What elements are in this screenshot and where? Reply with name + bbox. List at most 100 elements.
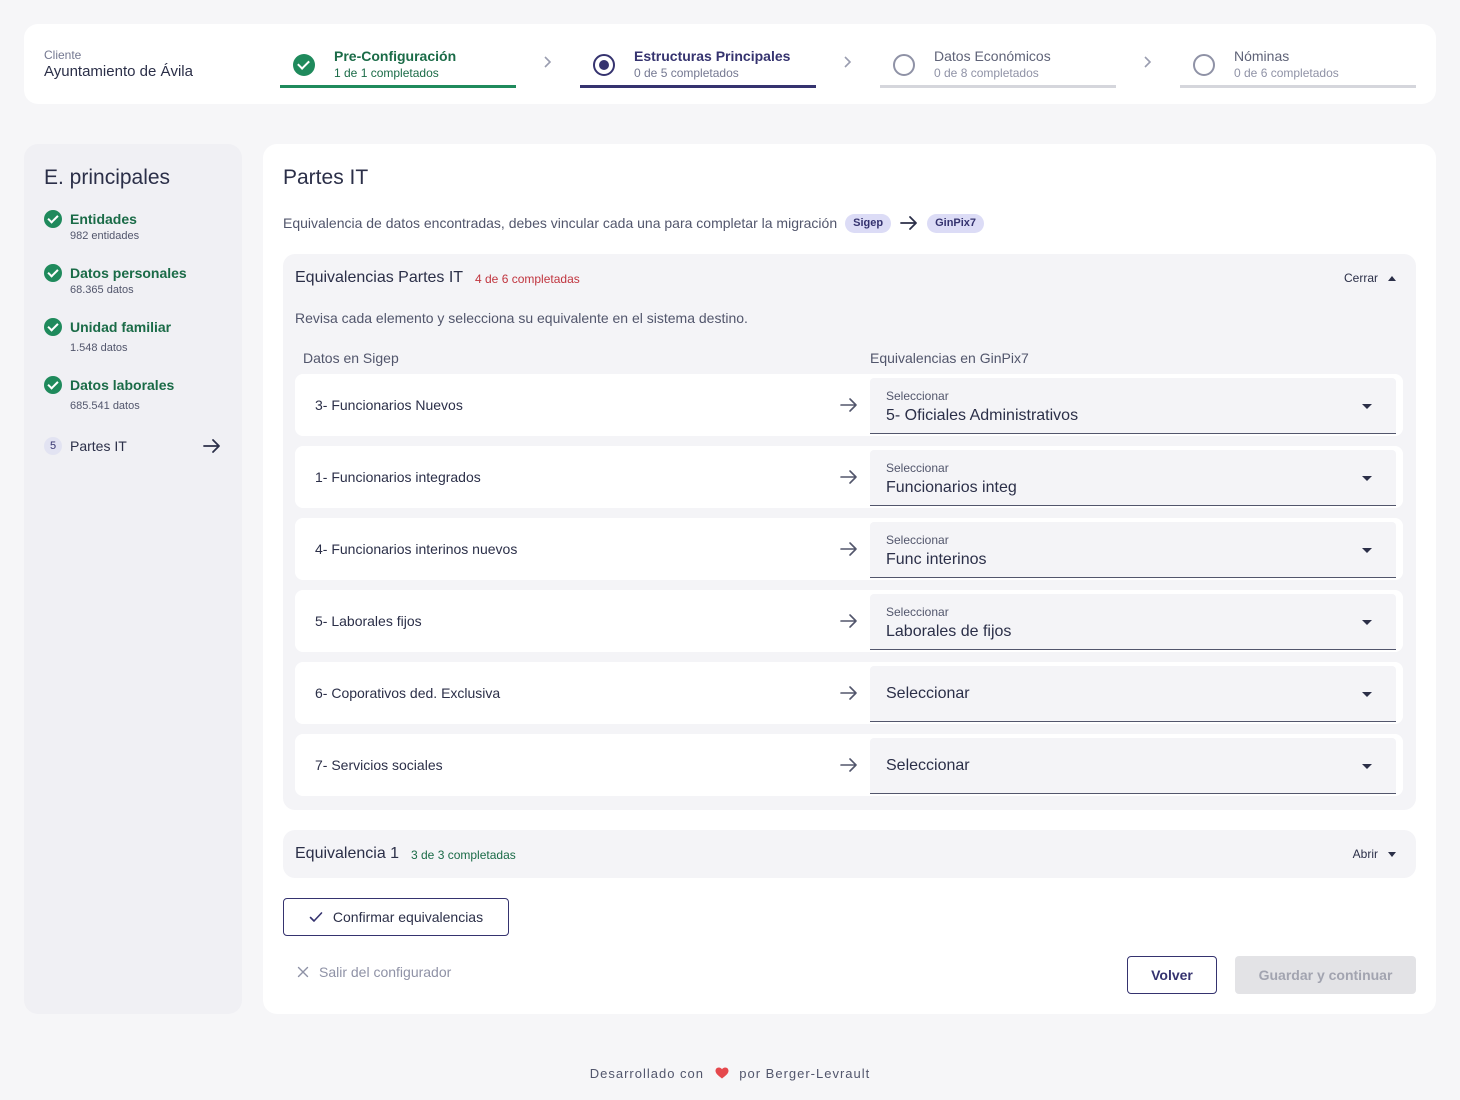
footer-suffix: por Berger-Levrault — [739, 1066, 871, 1081]
equivalencia-1-panel: Equivalencia 1 3 de 3 completadas Abrir — [283, 830, 1416, 878]
footer: Desarrollado con por Berger-Levrault — [0, 1066, 1460, 1081]
target-select[interactable]: Seleccionar — [870, 666, 1396, 722]
equivalence-row: 7- Servicios sociales Seleccionar — [295, 734, 1403, 796]
step-progress-bar — [280, 85, 516, 88]
step-subtitle: 0 de 8 completados — [934, 66, 1039, 80]
panel-hint: Revisa cada elemento y selecciona su equ… — [295, 310, 748, 326]
page-title: Partes IT — [283, 166, 369, 189]
radio-active-icon — [593, 54, 615, 76]
equivalencias-panel: Equivalencias Partes IT 4 de 6 completad… — [283, 254, 1416, 810]
arrow-right-icon — [840, 398, 857, 412]
arrow-right-icon — [900, 216, 917, 230]
caret-down-icon — [1362, 620, 1372, 625]
equivalence-row: 1- Funcionarios integrados Seleccionar F… — [295, 446, 1403, 508]
column-header-source: Datos en Sigep — [303, 350, 399, 366]
select-value: Laborales de fijos — [886, 623, 1012, 640]
save-continue-button[interactable]: Guardar y continuar — [1235, 956, 1416, 994]
step-datos-economicos[interactable]: Datos Económicos 0 de 8 completados — [880, 24, 1116, 88]
arrow-right-icon — [840, 542, 857, 556]
expand-toggle[interactable]: Abrir — [1353, 846, 1396, 862]
expand-label: Abrir — [1352, 847, 1378, 861]
equivalence-row: 3- Funcionarios Nuevos Seleccionar 5- Of… — [295, 374, 1403, 436]
arrow-right-icon — [840, 686, 857, 700]
sidebar-item-partes-it[interactable]: 5 Partes IT — [44, 437, 224, 457]
sidebar-item-label: Unidad familiar — [70, 319, 172, 335]
select-label: Seleccionar — [886, 605, 949, 619]
source-item: 5- Laborales fijos — [315, 613, 422, 629]
check-circle-icon — [44, 376, 62, 394]
main-content: Partes IT Equivalencia de datos encontra… — [263, 144, 1436, 1014]
select-value: Funcionarios integ — [886, 479, 1017, 496]
step-pre-configuracion[interactable]: Pre-Configuración 1 de 1 completados — [280, 24, 516, 88]
panel-status: 3 de 3 completadas — [411, 848, 516, 862]
step-title: Datos Económicos — [934, 48, 1051, 64]
target-select[interactable]: Seleccionar 5- Oficiales Administrativos — [870, 378, 1396, 434]
target-select[interactable]: Seleccionar Funcionarios integ — [870, 450, 1396, 506]
radio-empty-icon — [1193, 54, 1215, 76]
stepper-bar: Cliente Ayuntamiento de Ávila Pre-Config… — [24, 24, 1436, 104]
back-button[interactable]: Volver — [1127, 956, 1217, 994]
sidebar-item-count: 685.541 datos — [70, 400, 140, 412]
chevron-right-icon — [844, 56, 852, 68]
check-circle-icon — [44, 210, 62, 228]
step-progress-bar — [1180, 85, 1416, 88]
select-placeholder: Seleccionar — [886, 685, 970, 702]
target-system-badge: GinPix7 — [927, 213, 985, 233]
source-item: 6- Coporativos ded. Exclusiva — [315, 685, 501, 701]
select-value: 5- Oficiales Administrativos — [886, 407, 1079, 424]
client-name: Ayuntamiento de Ávila — [44, 63, 193, 80]
exit-configurator-link[interactable]: Salir del configurador — [297, 964, 451, 980]
step-title: Nóminas — [1234, 48, 1290, 64]
step-number-badge: 5 — [44, 437, 62, 455]
exit-link-label: Salir del configurador — [319, 964, 452, 980]
arrow-right-icon — [840, 758, 857, 772]
target-select[interactable]: Seleccionar Func interinos — [870, 522, 1396, 578]
sidebar-item-datos-personales[interactable]: Datos personales 68.365 datos — [44, 264, 224, 300]
migration-description: Equivalencia de datos encontradas, debes… — [283, 212, 985, 234]
panel-title: Equivalencia 1 — [295, 845, 400, 862]
collapse-label: Cerrar — [1343, 271, 1378, 285]
source-item: 1- Funcionarios integrados — [315, 469, 481, 485]
sidebar-item-unidad-familiar[interactable]: Unidad familiar 1.548 datos — [44, 318, 224, 358]
equivalence-row: 6- Coporativos ded. Exclusiva Selecciona… — [295, 662, 1403, 724]
check-circle-icon — [44, 264, 62, 282]
description-text: Equivalencia de datos encontradas, debes… — [283, 215, 838, 231]
collapse-toggle[interactable]: Cerrar — [1344, 270, 1396, 286]
select-label: Seleccionar — [886, 533, 949, 547]
caret-up-icon — [1388, 275, 1396, 281]
sidebar-item-label: Partes IT — [70, 438, 127, 454]
client-label: Cliente — [44, 48, 82, 62]
sidebar-item-label: Entidades — [70, 211, 137, 227]
confirm-equivalences-button[interactable]: Confirmar equivalencias — [283, 898, 509, 936]
panel-status: 4 de 6 completadas — [475, 272, 580, 286]
chevron-right-icon — [1144, 56, 1152, 68]
target-select[interactable]: Seleccionar Laborales de fijos — [870, 594, 1396, 650]
sidebar-item-entidades[interactable]: Entidades 982 entidades — [44, 210, 224, 246]
sidebar-item-count: 1.548 datos — [70, 342, 128, 354]
column-header-target: Equivalencias en GinPix7 — [870, 350, 1029, 366]
select-label: Seleccionar — [886, 389, 949, 403]
caret-down-icon — [1362, 692, 1372, 697]
check-circle-icon — [293, 54, 315, 76]
caret-down-icon — [1362, 548, 1372, 553]
sidebar-item-label: Datos personales — [70, 265, 187, 281]
select-label: Seleccionar — [886, 461, 949, 475]
chevron-right-icon — [544, 56, 552, 68]
step-nominas[interactable]: Nóminas 0 de 6 completados — [1180, 24, 1416, 88]
source-item: 3- Funcionarios Nuevos — [315, 397, 463, 413]
caret-down-icon — [1388, 851, 1396, 857]
step-title: Estructuras Principales — [634, 48, 791, 64]
target-select[interactable]: Seleccionar — [870, 738, 1396, 794]
caret-down-icon — [1362, 404, 1372, 409]
sidebar-item-datos-laborales[interactable]: Datos laborales 685.541 datos — [44, 376, 224, 416]
sidebar-item-label: Datos laborales — [70, 377, 175, 393]
arrow-right-icon[interactable] — [202, 437, 222, 455]
sidebar: E. principales Entidades 982 entidades D… — [24, 144, 242, 1014]
equivalence-row: 4- Funcionarios interinos nuevos Selecci… — [295, 518, 1403, 580]
equivalence-row: 5- Laborales fijos Seleccionar Laborales… — [295, 590, 1403, 652]
check-icon — [309, 912, 323, 922]
close-icon — [297, 966, 309, 978]
step-progress-bar — [580, 85, 816, 88]
step-estructuras-principales[interactable]: Estructuras Principales 0 de 5 completad… — [580, 24, 816, 88]
step-progress-bar — [880, 85, 1116, 88]
